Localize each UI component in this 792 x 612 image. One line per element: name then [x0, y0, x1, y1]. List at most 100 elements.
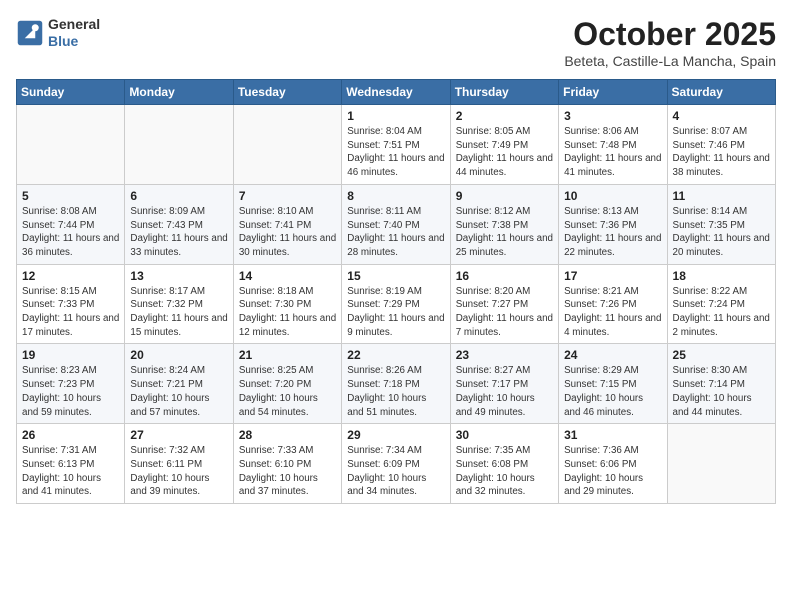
- day-header-sunday: Sunday: [17, 80, 125, 105]
- calendar-cell: 8 Sunrise: 8:11 AM Sunset: 7:40 PM Daylig…: [342, 184, 450, 264]
- day-info: Sunrise: 8:30 AM Sunset: 7:14 PM Dayligh…: [673, 364, 770, 419]
- calendar-cell: 4 Sunrise: 8:07 AM Sunset: 7:46 PM Daylig…: [667, 105, 775, 185]
- calendar-table: SundayMondayTuesdayWednesdayThursdayFrid…: [16, 79, 776, 504]
- day-header-saturday: Saturday: [667, 80, 775, 105]
- day-number: 19: [22, 348, 119, 362]
- day-info: Sunrise: 8:23 AM Sunset: 7:23 PM Dayligh…: [22, 364, 119, 419]
- logo-line2: Blue: [48, 33, 100, 50]
- calendar-cell: [667, 424, 775, 504]
- logo-icon: [16, 19, 44, 47]
- day-number: 23: [456, 348, 553, 362]
- day-info: Sunrise: 8:06 AM Sunset: 7:48 PM Dayligh…: [564, 125, 661, 180]
- calendar-cell: 22 Sunrise: 8:26 AM Sunset: 7:18 PM Dayli…: [342, 344, 450, 424]
- day-info: Sunrise: 8:13 AM Sunset: 7:36 PM Dayligh…: [564, 205, 661, 260]
- logo: General Blue: [16, 16, 100, 50]
- calendar-cell: 3 Sunrise: 8:06 AM Sunset: 7:48 PM Daylig…: [559, 105, 667, 185]
- logo-text: General Blue: [48, 16, 100, 50]
- calendar-cell: 6 Sunrise: 8:09 AM Sunset: 7:43 PM Daylig…: [125, 184, 233, 264]
- day-number: 14: [239, 269, 336, 283]
- day-info: Sunrise: 8:24 AM Sunset: 7:21 PM Dayligh…: [130, 364, 227, 419]
- day-number: 8: [347, 189, 444, 203]
- calendar-cell: 17 Sunrise: 8:21 AM Sunset: 7:26 PM Dayli…: [559, 264, 667, 344]
- calendar-cell: 27Sunrise: 7:32 AM Sunset: 6:11 PM Dayli…: [125, 424, 233, 504]
- day-info: Sunrise: 8:17 AM Sunset: 7:32 PM Dayligh…: [130, 285, 227, 340]
- day-number: 28: [239, 428, 336, 442]
- day-info: Sunrise: 7:35 AM Sunset: 6:08 PM Dayligh…: [456, 444, 553, 499]
- day-number: 4: [673, 109, 770, 123]
- calendar-week-row: 1Sunrise: 8:04 AM Sunset: 7:51 PM Daylig…: [17, 105, 776, 185]
- calendar-week-row: 12 Sunrise: 8:15 AM Sunset: 7:33 PM Dayli…: [17, 264, 776, 344]
- day-info: Sunrise: 8:05 AM Sunset: 7:49 PM Dayligh…: [456, 125, 553, 180]
- day-number: 18: [673, 269, 770, 283]
- calendar-cell: 2 Sunrise: 8:05 AM Sunset: 7:49 PM Daylig…: [450, 105, 558, 185]
- calendar-week-row: 26Sunrise: 7:31 AM Sunset: 6:13 PM Dayli…: [17, 424, 776, 504]
- calendar-week-row: 19 Sunrise: 8:23 AM Sunset: 7:23 PM Dayli…: [17, 344, 776, 424]
- calendar-cell: 25Sunrise: 8:30 AM Sunset: 7:14 PM Dayli…: [667, 344, 775, 424]
- calendar-cell: 14 Sunrise: 8:18 AM Sunset: 7:30 PM Dayli…: [233, 264, 341, 344]
- calendar-cell: 5Sunrise: 8:08 AM Sunset: 7:44 PM Daylig…: [17, 184, 125, 264]
- day-number: 12: [22, 269, 119, 283]
- month-title: October 2025: [564, 16, 776, 53]
- day-info: Sunrise: 8:22 AM Sunset: 7:24 PM Dayligh…: [673, 285, 770, 340]
- day-info: Sunrise: 8:20 AM Sunset: 7:27 PM Dayligh…: [456, 285, 553, 340]
- day-info: Sunrise: 8:07 AM Sunset: 7:46 PM Dayligh…: [673, 125, 770, 180]
- day-info: Sunrise: 8:14 AM Sunset: 7:35 PM Dayligh…: [673, 205, 770, 260]
- day-number: 26: [22, 428, 119, 442]
- day-number: 24: [564, 348, 661, 362]
- day-number: 2: [456, 109, 553, 123]
- day-info: Sunrise: 7:34 AM Sunset: 6:09 PM Dayligh…: [347, 444, 444, 499]
- day-number: 13: [130, 269, 227, 283]
- calendar-cell: 23Sunrise: 8:27 AM Sunset: 7:17 PM Dayli…: [450, 344, 558, 424]
- day-number: 22: [347, 348, 444, 362]
- day-number: 9: [456, 189, 553, 203]
- calendar-cell: 7Sunrise: 8:10 AM Sunset: 7:41 PM Daylig…: [233, 184, 341, 264]
- calendar-cell: 1Sunrise: 8:04 AM Sunset: 7:51 PM Daylig…: [342, 105, 450, 185]
- day-info: Sunrise: 8:21 AM Sunset: 7:26 PM Dayligh…: [564, 285, 661, 340]
- day-number: 21: [239, 348, 336, 362]
- logo-line1: General: [48, 16, 100, 33]
- day-number: 16: [456, 269, 553, 283]
- day-number: 6: [130, 189, 227, 203]
- day-number: 15: [347, 269, 444, 283]
- calendar-cell: 28Sunrise: 7:33 AM Sunset: 6:10 PM Dayli…: [233, 424, 341, 504]
- day-info: Sunrise: 8:08 AM Sunset: 7:44 PM Dayligh…: [22, 205, 119, 260]
- day-header-wednesday: Wednesday: [342, 80, 450, 105]
- day-number: 3: [564, 109, 661, 123]
- day-info: Sunrise: 7:36 AM Sunset: 6:06 PM Dayligh…: [564, 444, 661, 499]
- calendar-cell: [125, 105, 233, 185]
- calendar-cell: 16 Sunrise: 8:20 AM Sunset: 7:27 PM Dayli…: [450, 264, 558, 344]
- calendar-cell: 26Sunrise: 7:31 AM Sunset: 6:13 PM Dayli…: [17, 424, 125, 504]
- calendar-cell: 13 Sunrise: 8:17 AM Sunset: 7:32 PM Dayli…: [125, 264, 233, 344]
- calendar-cell: 18 Sunrise: 8:22 AM Sunset: 7:24 PM Dayli…: [667, 264, 775, 344]
- calendar-cell: 11Sunrise: 8:14 AM Sunset: 7:35 PM Dayli…: [667, 184, 775, 264]
- location-subtitle: Beteta, Castille-La Mancha, Spain: [564, 53, 776, 69]
- calendar-cell: 31Sunrise: 7:36 AM Sunset: 6:06 PM Dayli…: [559, 424, 667, 504]
- calendar-cell: 21 Sunrise: 8:25 AM Sunset: 7:20 PM Dayli…: [233, 344, 341, 424]
- day-info: Sunrise: 8:09 AM Sunset: 7:43 PM Dayligh…: [130, 205, 227, 260]
- day-number: 10: [564, 189, 661, 203]
- day-number: 17: [564, 269, 661, 283]
- day-info: Sunrise: 7:32 AM Sunset: 6:11 PM Dayligh…: [130, 444, 227, 499]
- day-header-thursday: Thursday: [450, 80, 558, 105]
- day-header-friday: Friday: [559, 80, 667, 105]
- day-info: Sunrise: 8:15 AM Sunset: 7:33 PM Dayligh…: [22, 285, 119, 340]
- calendar-header-row: SundayMondayTuesdayWednesdayThursdayFrid…: [17, 80, 776, 105]
- calendar-cell: 19 Sunrise: 8:23 AM Sunset: 7:23 PM Dayli…: [17, 344, 125, 424]
- calendar-week-row: 5Sunrise: 8:08 AM Sunset: 7:44 PM Daylig…: [17, 184, 776, 264]
- calendar-cell: 30 Sunrise: 7:35 AM Sunset: 6:08 PM Dayli…: [450, 424, 558, 504]
- day-info: Sunrise: 8:18 AM Sunset: 7:30 PM Dayligh…: [239, 285, 336, 340]
- day-header-monday: Monday: [125, 80, 233, 105]
- calendar-cell: 20Sunrise: 8:24 AM Sunset: 7:21 PM Dayli…: [125, 344, 233, 424]
- header: General Blue October 2025 Beteta, Castil…: [16, 16, 776, 69]
- day-info: Sunrise: 8:12 AM Sunset: 7:38 PM Dayligh…: [456, 205, 553, 260]
- calendar-cell: 9 Sunrise: 8:12 AM Sunset: 7:38 PM Daylig…: [450, 184, 558, 264]
- day-info: Sunrise: 8:25 AM Sunset: 7:20 PM Dayligh…: [239, 364, 336, 419]
- day-number: 30: [456, 428, 553, 442]
- calendar-cell: 10 Sunrise: 8:13 AM Sunset: 7:36 PM Dayli…: [559, 184, 667, 264]
- day-info: Sunrise: 8:29 AM Sunset: 7:15 PM Dayligh…: [564, 364, 661, 419]
- day-number: 7: [239, 189, 336, 203]
- day-number: 1: [347, 109, 444, 123]
- title-area: October 2025 Beteta, Castille-La Mancha,…: [564, 16, 776, 69]
- day-info: Sunrise: 8:26 AM Sunset: 7:18 PM Dayligh…: [347, 364, 444, 419]
- day-info: Sunrise: 8:11 AM Sunset: 7:40 PM Dayligh…: [347, 205, 444, 260]
